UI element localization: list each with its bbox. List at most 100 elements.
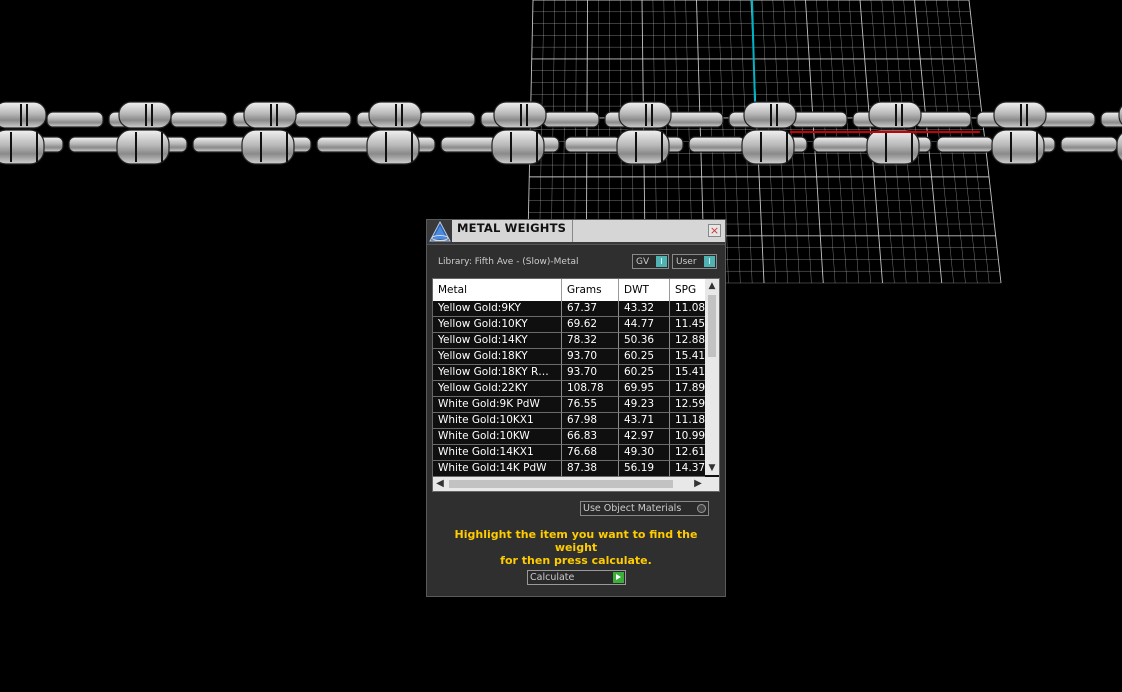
vertical-scroll-thumb[interactable]	[708, 295, 716, 357]
table-row[interactable]: Yellow Gold:14KY 78.32 50.36 12.88	[433, 333, 705, 349]
cell-dwt: 60.25	[619, 365, 670, 381]
scroll-left-icon[interactable]: ◀	[433, 477, 447, 491]
cell-spg: 12.88	[670, 333, 705, 349]
cell-metal: White Gold:10KX1	[433, 413, 562, 429]
chain-groove	[270, 104, 272, 126]
chain-link	[316, 136, 374, 153]
chain-groove	[286, 132, 288, 162]
chain-groove	[651, 104, 653, 126]
cell-grams: 108.78	[562, 381, 619, 397]
close-icon: ×	[709, 224, 720, 237]
table-body: Yellow Gold:9KY 67.37 43.32 11.08 Yellow Gol…	[433, 301, 705, 477]
table-row[interactable]: Yellow Gold:18KY R… 93.70 60.25 15.41	[433, 365, 705, 381]
cell-spg: 12.61	[670, 445, 705, 461]
chain-groove	[770, 104, 772, 126]
table-row[interactable]: Yellow Gold:22KY 108.78 69.95 17.89	[433, 381, 705, 397]
user-toggle[interactable]: User I	[672, 254, 717, 269]
scroll-up-icon[interactable]: ▲	[705, 279, 719, 293]
cell-metal: White Gold:9K PdW	[433, 397, 562, 413]
chain-groove	[536, 132, 538, 162]
table-row[interactable]: White Gold:10KX1 67.98 43.71 11.18	[433, 413, 705, 429]
chain-groove	[145, 104, 147, 126]
chain-groove	[645, 104, 647, 126]
cell-metal: White Gold:14K PdW	[433, 461, 562, 477]
cell-grams: 93.70	[562, 349, 619, 365]
cell-dwt: 56.19	[619, 461, 670, 477]
chain-groove	[1020, 104, 1022, 126]
cell-dwt: 49.23	[619, 397, 670, 413]
user-toggle-label: User	[676, 257, 697, 267]
table-row[interactable]: White Gold:14KX1 76.68 49.30 12.61	[433, 445, 705, 461]
column-header-grams[interactable]: Grams	[562, 279, 619, 301]
cell-grams: 78.32	[562, 333, 619, 349]
instruction-line: for then press calculate.	[500, 554, 652, 567]
table-row[interactable]: Yellow Gold:10KY 69.62 44.77 11.45	[433, 317, 705, 333]
calculate-button[interactable]: Calculate	[527, 570, 626, 585]
table-row[interactable]: Yellow Gold:18KY 93.70 60.25 15.41	[433, 349, 705, 365]
instruction-line: Highlight the item you want to find the …	[454, 528, 698, 554]
column-header-dwt[interactable]: DWT	[619, 279, 670, 301]
table-row[interactable]: White Gold:10KW 66.83 42.97 10.99	[433, 429, 705, 445]
cell-dwt: 69.95	[619, 381, 670, 397]
cell-dwt: 43.71	[619, 413, 670, 429]
chain-link	[440, 136, 498, 153]
scroll-down-icon[interactable]: ▼	[705, 461, 719, 475]
horizontal-scrollbar[interactable]: ◀ ▶	[433, 477, 719, 491]
chain-groove	[776, 104, 778, 126]
chain-groove	[760, 132, 762, 162]
column-header-spg[interactable]: SPG	[670, 279, 705, 301]
chain-groove	[385, 132, 387, 162]
chain-link	[1060, 136, 1118, 153]
table-row[interactable]: Yellow Gold:9KY 67.37 43.32 11.08	[433, 301, 705, 317]
chain-link	[294, 111, 352, 128]
cell-spg: 12.59	[670, 397, 705, 413]
cell-grams: 67.98	[562, 413, 619, 429]
chain-link	[914, 111, 972, 128]
scroll-right-icon[interactable]: ▶	[691, 477, 705, 491]
cell-spg: 11.45	[670, 317, 705, 333]
chain-link	[790, 111, 848, 128]
toggle-knob-icon: I	[656, 256, 667, 267]
table-row[interactable]: White Gold:9K PdW 76.55 49.23 12.59	[433, 397, 705, 413]
instruction-text: Highlight the item you want to find the …	[437, 528, 715, 567]
chain-link	[688, 136, 746, 153]
column-header-metal[interactable]: Metal	[433, 279, 562, 301]
cell-metal: Yellow Gold:9KY	[433, 301, 562, 317]
cell-spg: 17.89	[670, 381, 705, 397]
use-object-materials-option[interactable]: Use Object Materials	[580, 501, 709, 516]
chain-groove	[895, 104, 897, 126]
metal-weights-panel: METAL WEIGHTS × Library: Fifth Ave - (Sl…	[426, 219, 726, 597]
cell-spg: 11.08	[670, 301, 705, 317]
chain-groove	[1036, 132, 1038, 162]
calculate-label: Calculate	[530, 572, 575, 583]
chain-groove	[260, 132, 262, 162]
cell-dwt: 43.32	[619, 301, 670, 317]
chain-knot	[0, 101, 47, 129]
cell-grams: 67.37	[562, 301, 619, 317]
cell-grams: 76.68	[562, 445, 619, 461]
cell-spg: 15.41	[670, 365, 705, 381]
chain-groove	[901, 104, 903, 126]
cell-dwt: 42.97	[619, 429, 670, 445]
panel-titlebar[interactable]: METAL WEIGHTS ×	[427, 220, 725, 245]
chain-link	[46, 111, 104, 128]
chain-groove	[520, 104, 522, 126]
cell-metal: Yellow Gold:18KY	[433, 349, 562, 365]
gv-toggle[interactable]: GV I	[632, 254, 669, 269]
vertical-scrollbar[interactable]: ▲ ▼	[705, 279, 719, 475]
cell-metal: Yellow Gold:18KY R…	[433, 365, 562, 381]
cell-grams: 69.62	[562, 317, 619, 333]
horizontal-scroll-thumb[interactable]	[449, 480, 673, 488]
title-filler	[573, 220, 725, 242]
chain-groove	[395, 104, 397, 126]
table-header: Metal Grams DWT SPG	[433, 279, 705, 301]
chain-link	[936, 136, 994, 153]
radio-icon[interactable]	[697, 504, 706, 513]
close-button[interactable]: ×	[708, 224, 721, 237]
table-row[interactable]: White Gold:14K PdW 87.38 56.19 14.37	[433, 461, 705, 477]
cell-dwt: 50.36	[619, 333, 670, 349]
play-arrow-icon	[613, 572, 624, 583]
chain-link	[418, 111, 476, 128]
cell-grams: 76.55	[562, 397, 619, 413]
cell-spg: 14.37	[670, 461, 705, 477]
